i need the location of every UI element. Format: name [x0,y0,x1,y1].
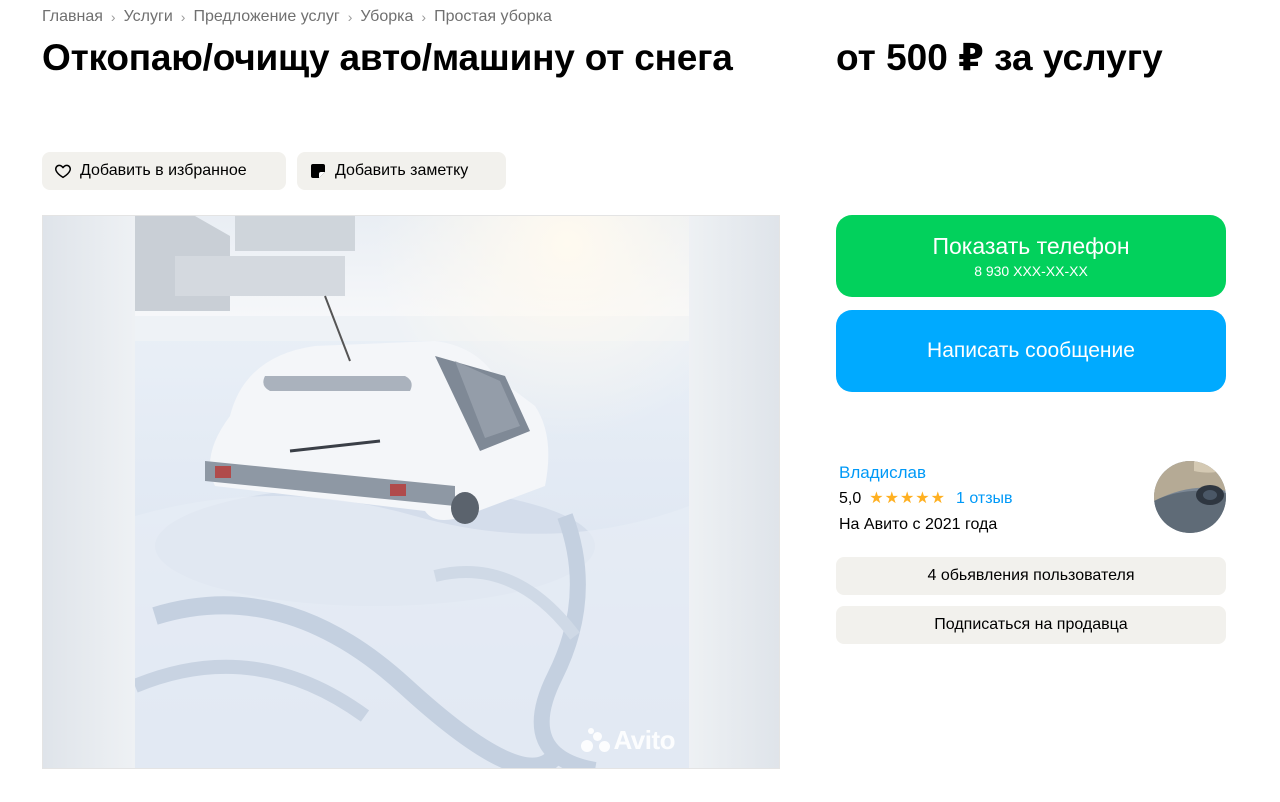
photo-gallery[interactable]: Avito [42,215,780,769]
add-to-favorites-label: Добавить в избранное [80,162,247,179]
breadcrumb: Главная › Услуги › Предложение услуг › У… [42,8,552,26]
write-message-button[interactable]: Написать сообщение [836,310,1226,392]
avito-watermark: Avito [581,725,675,756]
seller-listings-label: 4 обьявления пользователя [927,567,1135,584]
seller-rating: 5,0 ★ ★ ★ ★ ★ 1 отзыв [839,490,1013,508]
seller-listings-button[interactable]: 4 обьявления пользователя [836,557,1226,595]
breadcrumb-home[interactable]: Главная [42,8,103,26]
rating-value: 5,0 [839,490,862,507]
chevron-right-icon: › [180,9,186,25]
show-phone-button[interactable]: Показать телефон 8 930 XXX-XX-XX [836,215,1226,297]
subscribe-seller-label: Подписаться на продавца [934,616,1128,633]
avito-watermark-text: Avito [613,725,675,755]
add-note-label: Добавить заметку [335,162,469,179]
chevron-right-icon: › [421,9,427,25]
breadcrumb-service-offers[interactable]: Предложение услуг [193,8,339,26]
reviews-link[interactable]: 1 отзыв [956,490,1013,508]
seller-since: На Авито с 2021 года [839,516,998,533]
star-icon: ★ [915,490,930,507]
page-title: Откопаю/очищу авто/машину от снега [42,37,733,78]
chevron-right-icon: › [347,9,353,25]
chevron-right-icon: › [110,9,116,25]
gallery-blur-right [687,216,779,768]
seller-name-link[interactable]: Владислав [839,463,926,483]
price: от 500 ₽ за услугу [836,37,1163,78]
avatar[interactable] [1154,461,1226,533]
subscribe-seller-button[interactable]: Подписаться на продавца [836,606,1226,644]
star-icon: ★ [899,490,915,507]
star-icon: ★ [884,490,899,507]
show-phone-label: Показать телефон [932,233,1130,259]
breadcrumb-cleaning[interactable]: Уборка [360,8,413,26]
note-icon [309,162,327,180]
rating-stars: ★ ★ ★ ★ ★ [869,491,946,507]
gallery-blur-left [43,216,135,768]
heart-icon [54,162,72,180]
write-message-label: Написать сообщение [927,339,1135,362]
star-icon: ★ [930,490,945,507]
listing-photo[interactable]: Avito [135,216,689,768]
star-icon: ★ [869,490,884,507]
avito-logo-icon [581,727,611,754]
breadcrumb-simple-cleaning[interactable]: Простая уборка [434,8,552,26]
add-note-button[interactable]: Добавить заметку [297,152,506,190]
masked-phone-number: 8 930 XXX-XX-XX [974,263,1088,279]
add-to-favorites-button[interactable]: Добавить в избранное [42,152,286,190]
breadcrumb-services[interactable]: Услуги [124,8,173,26]
